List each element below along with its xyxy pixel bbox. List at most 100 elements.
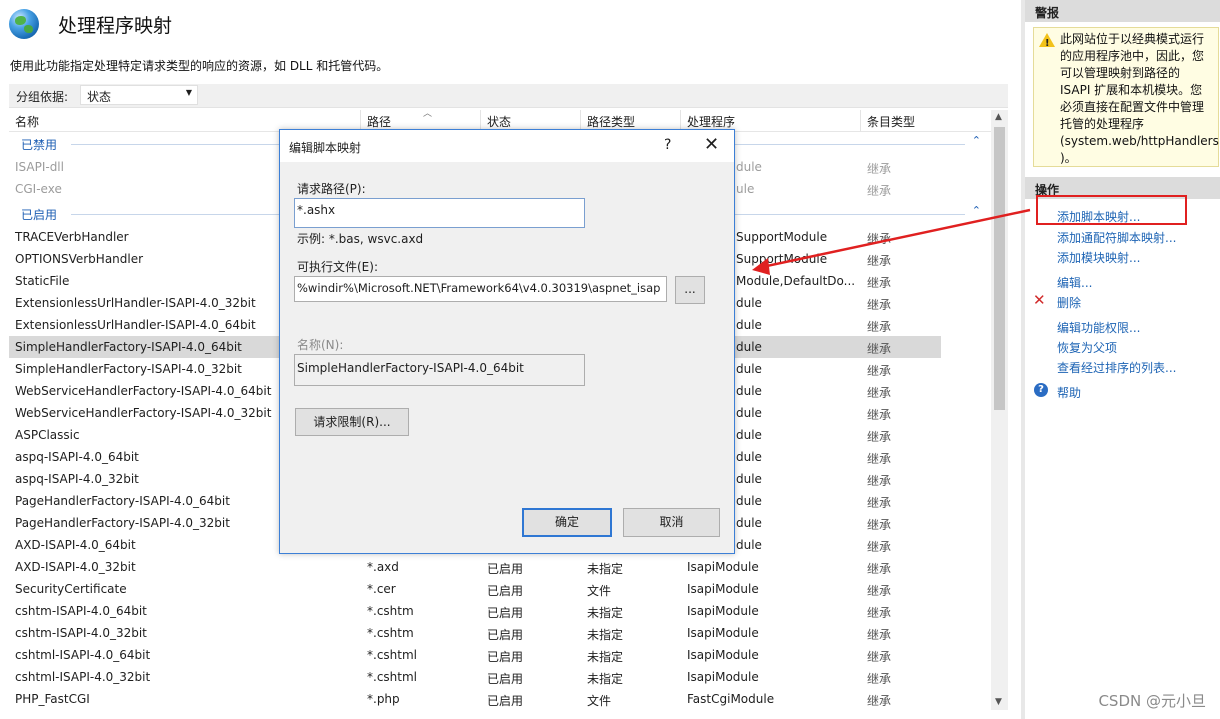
cell-state: 已启用 — [487, 650, 524, 664]
revert-to-parent-link[interactable]: 恢复为父项 — [1057, 339, 1117, 356]
table-row[interactable]: AXD-ISAPI-4.0_32bit *.axd 已启用 未指定 IsapiModul… — [9, 556, 941, 578]
cell-path: *.php — [367, 692, 400, 706]
scroll-up-icon[interactable]: ▲ — [995, 112, 1002, 122]
request-path-input[interactable]: *.ashx — [294, 198, 585, 228]
add-wildcard-script-map-link[interactable]: 添加通配符脚本映射... — [1057, 229, 1176, 246]
cell-name: WebServiceHandlerFactory-ISAPI-4.0_32bit — [15, 406, 272, 420]
cell-name: PageHandlerFactory-ISAPI-4.0_32bit — [15, 516, 230, 530]
help-icon[interactable]: ? — [664, 137, 671, 153]
cell-name: ExtensionlessUrlHandler-ISAPI-4.0_64bit — [15, 318, 256, 332]
cell-path-type: 文件 — [587, 694, 612, 708]
edit-link[interactable]: 编辑... — [1057, 274, 1092, 291]
name-label: 名称(N): — [297, 338, 344, 352]
cell-path-type: 未指定 — [587, 672, 624, 686]
dropdown-arrow-icon: ▼ — [185, 88, 192, 97]
view-ordered-list-link[interactable]: 查看经过排序的列表... — [1057, 359, 1176, 376]
cell-handler: IsapiModule — [687, 604, 759, 618]
cell-entry-type: 继承 — [867, 584, 892, 598]
name-input[interactable]: SimpleHandlerFactory-ISAPI-4.0_64bit — [294, 354, 585, 386]
vertical-scrollbar[interactable]: ▲ ▼ — [991, 110, 1008, 710]
ok-button[interactable]: 确定 — [522, 508, 612, 537]
cell-handler: IsapiModule — [687, 582, 759, 596]
cell-entry-type: 继承 — [867, 408, 892, 422]
col-header-handler[interactable]: 处理程序 — [687, 113, 735, 130]
col-header-path[interactable]: 路径 — [367, 113, 391, 130]
cell-state: 已启用 — [487, 584, 524, 598]
cell-entry-type: 继承 — [867, 540, 892, 554]
cell-handler: Module,DefaultDo... — [736, 274, 856, 288]
cell-path: *.cshtm — [367, 626, 414, 640]
col-header-path-type[interactable]: 路径类型 — [587, 113, 635, 130]
executable-input[interactable]: %windir%\Microsoft.NET\Framework64\v4.0.… — [294, 276, 667, 302]
alerts-header: 警报 — [1025, 0, 1220, 22]
collapse-chevron-icon[interactable]: ⌃ — [972, 204, 981, 217]
cell-name: cshtml-ISAPI-4.0_32bit — [15, 670, 151, 684]
request-restrictions-button[interactable]: 请求限制(R)... — [295, 408, 409, 436]
cell-name: ASPClassic — [15, 428, 80, 442]
cell-entry-type: 继承 — [867, 232, 892, 246]
cell-handler: dule — [736, 160, 762, 174]
table-row[interactable]: SecurityCertificate *.cer 已启用 文件 IsapiModule… — [9, 578, 941, 600]
cell-name: AXD-ISAPI-4.0_64bit — [15, 538, 136, 552]
cell-entry-type: 继承 — [867, 562, 892, 576]
table-row[interactable]: PHP_FastCGI *.php 已启用 文件 FastCgiModule 继承 — [9, 688, 941, 710]
cell-path-type: 未指定 — [587, 562, 624, 576]
cell-entry-type: 继承 — [867, 496, 892, 510]
groupby-select[interactable]: 状态 ▼ — [80, 85, 198, 105]
groupby-value: 状态 — [87, 90, 112, 104]
cell-path: *.cshtm — [367, 604, 414, 618]
browse-button[interactable]: ... — [675, 276, 705, 304]
table-row[interactable]: cshtm-ISAPI-4.0_64bit *.cshtm 已启用 未指定 IsapiM… — [9, 600, 941, 622]
table-row[interactable]: cshtml-ISAPI-4.0_32bit *.cshtml 已启用 未指定 Isap… — [9, 666, 941, 688]
col-header-state[interactable]: 状态 — [487, 113, 511, 130]
alert-line: (system.web/httpHandlers — [1060, 134, 1219, 148]
cell-entry-type: 继承 — [867, 628, 892, 642]
executable-label: 可执行文件(E): — [297, 260, 378, 274]
alert-line: ISAPI 扩展和本机模块。您 — [1060, 83, 1203, 97]
cell-handler: IsapiModule — [687, 648, 759, 662]
close-icon[interactable]: ✕ — [704, 134, 719, 155]
help-link[interactable]: 帮助 — [1057, 384, 1081, 401]
cell-path-type: 未指定 — [587, 628, 624, 642]
col-header-name[interactable]: 名称 — [15, 113, 39, 130]
cell-name: WebServiceHandlerFactory-ISAPI-4.0_64bit — [15, 384, 272, 398]
add-module-map-link[interactable]: 添加模块映射... — [1057, 249, 1140, 266]
column-divider[interactable] — [860, 110, 861, 132]
cell-entry-type: 继承 — [867, 364, 892, 378]
cell-name: AXD-ISAPI-4.0_32bit — [15, 560, 136, 574]
cell-handler: dule — [736, 494, 762, 508]
dialog-titlebar[interactable]: 编辑脚本映射 ? ✕ — [280, 130, 734, 162]
annotation-highlight-box — [1036, 195, 1187, 225]
edit-feature-permissions-link[interactable]: 编辑功能权限... — [1057, 319, 1140, 336]
cell-handler: IsapiModule — [687, 626, 759, 640]
scroll-down-icon[interactable]: ▼ — [995, 697, 1002, 707]
cell-entry-type: 继承 — [867, 606, 892, 620]
cancel-button[interactable]: 取消 — [623, 508, 720, 537]
cell-entry-type: 继承 — [867, 254, 892, 268]
scrollbar-thumb[interactable] — [994, 127, 1005, 410]
cell-handler: FastCgiModule — [687, 692, 775, 706]
cell-entry-type: 继承 — [867, 518, 892, 532]
alert-line: 的应用程序池中，因此，您 — [1060, 49, 1205, 63]
cell-entry-type: 继承 — [867, 342, 892, 356]
help-icon: ? — [1034, 383, 1048, 397]
cell-state: 已启用 — [487, 672, 524, 686]
dialog-title: 编辑脚本映射 — [289, 141, 362, 155]
cell-name: ExtensionlessUrlHandler-ISAPI-4.0_32bit — [15, 296, 256, 310]
alert-box: ! 此网站位于以经典模式运行 的应用程序池中，因此，您 可以管理映射到路径的 I… — [1033, 27, 1219, 167]
cell-name: StaticFile — [15, 274, 70, 288]
alert-line: 托管的处理程序 — [1060, 117, 1145, 131]
delete-link[interactable]: 删除 — [1057, 294, 1081, 311]
globe-icon — [9, 9, 39, 39]
cell-handler: dule — [736, 450, 762, 464]
table-row[interactable]: cshtm-ISAPI-4.0_32bit *.cshtm 已启用 未指定 IsapiM… — [9, 622, 941, 644]
cell-name: aspq-ISAPI-4.0_64bit — [15, 450, 139, 464]
col-header-entry-type[interactable]: 条目类型 — [867, 113, 915, 130]
cell-name: cshtm-ISAPI-4.0_32bit — [15, 626, 147, 640]
cell-path: *.cshtml — [367, 670, 417, 684]
table-row[interactable]: cshtml-ISAPI-4.0_64bit *.cshtml 已启用 未指定 Isap… — [9, 644, 941, 666]
cell-handler: dule — [736, 406, 762, 420]
alert-line: 此网站位于以经典模式运行 — [1060, 32, 1205, 46]
collapse-chevron-icon[interactable]: ⌃ — [972, 134, 981, 147]
group-label: 已禁用 — [21, 138, 58, 152]
